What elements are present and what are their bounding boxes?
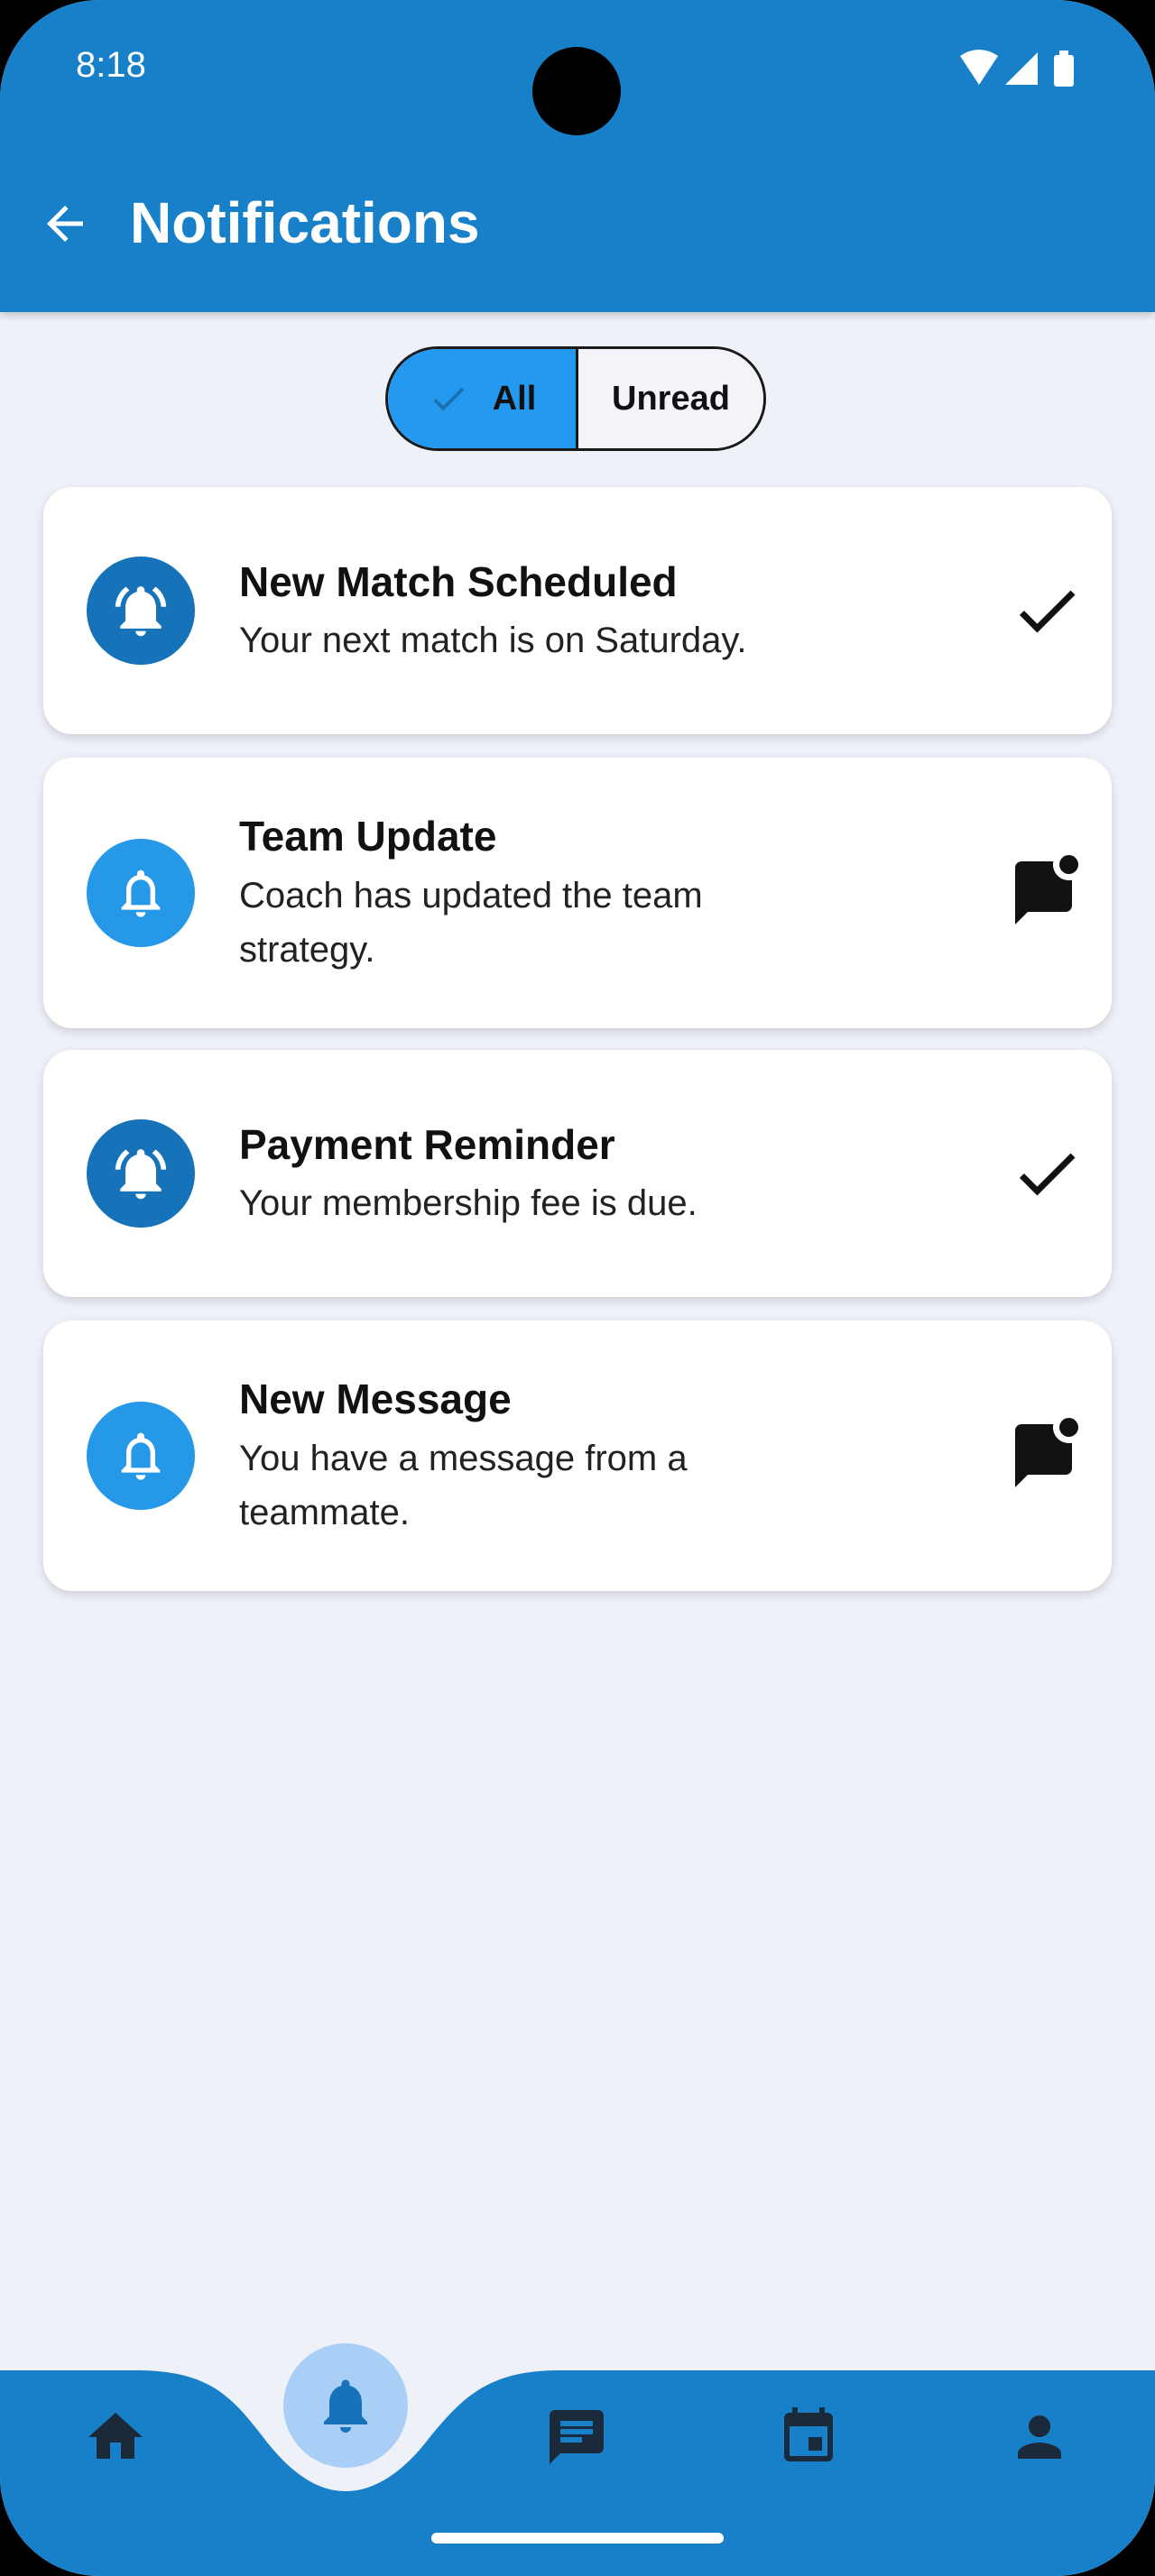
camera-cutout [532, 47, 621, 135]
home-icon[interactable] [83, 2405, 148, 2470]
notifications-screen: 8:18 Notifications All Unread New Match … [0, 0, 1155, 2576]
notification-card[interactable]: Team Update Coach has updated the team s… [43, 758, 1112, 1028]
battery-icon [1054, 51, 1074, 87]
check-icon[interactable] [1009, 573, 1085, 649]
status-icons [960, 50, 1074, 87]
notification-avatar [87, 1402, 195, 1510]
arrow-back-icon[interactable] [38, 197, 92, 251]
notification-card[interactable]: Payment Reminder Your membership fee is … [43, 1050, 1112, 1297]
filter-all-button[interactable]: All [388, 349, 578, 448]
notification-body: Your membership fee is due. [239, 1183, 698, 1223]
person-icon[interactable] [1007, 2405, 1072, 2470]
notification-card[interactable]: New Message You have a message from a te… [43, 1320, 1112, 1591]
nav-notifications-button[interactable] [283, 2343, 408, 2468]
calendar-icon[interactable] [776, 2405, 841, 2470]
notification-title: Payment Reminder [239, 1121, 615, 1168]
notification-body: You have a message from a teammate. [239, 1439, 688, 1532]
notification-avatar [87, 557, 195, 665]
filter-unread-button[interactable]: Unread [578, 349, 763, 448]
notification-title: New Match Scheduled [239, 558, 678, 605]
notification-avatar [87, 839, 195, 947]
bell-ringing-icon [115, 1149, 167, 1200]
mark-unread-chat-icon[interactable] [1009, 1418, 1085, 1494]
cellular-signal-icon [1005, 52, 1038, 85]
chat-icon[interactable] [544, 2405, 609, 2470]
mark-unread-chat-icon[interactable] [1009, 855, 1085, 931]
wifi-icon [960, 50, 998, 85]
filter-unread-label: Unread [612, 379, 730, 418]
bell-icon [324, 2379, 367, 2433]
status-time: 8:18 [76, 45, 146, 85]
notification-avatar [87, 1119, 195, 1228]
home-indicator[interactable] [431, 2533, 724, 2544]
bell-outline-icon [121, 869, 161, 917]
filter-toggle: All Unread [385, 346, 766, 451]
notification-card[interactable]: New Match Scheduled Your next match is o… [43, 487, 1112, 734]
check-icon[interactable] [1009, 1136, 1085, 1211]
notification-title: Team Update [239, 813, 497, 860]
app-bar: 8:18 Notifications [0, 0, 1155, 312]
page-title: Notifications [130, 190, 480, 255]
check-icon [433, 387, 464, 411]
notification-body: Your next match is on Saturday. [239, 621, 747, 660]
notification-body: Coach has updated the team strategy. [239, 876, 703, 970]
bell-ringing-icon [115, 586, 167, 637]
filter-all-label: All [492, 379, 537, 418]
bell-outline-icon [121, 1432, 161, 1480]
notification-title: New Message [239, 1375, 512, 1422]
